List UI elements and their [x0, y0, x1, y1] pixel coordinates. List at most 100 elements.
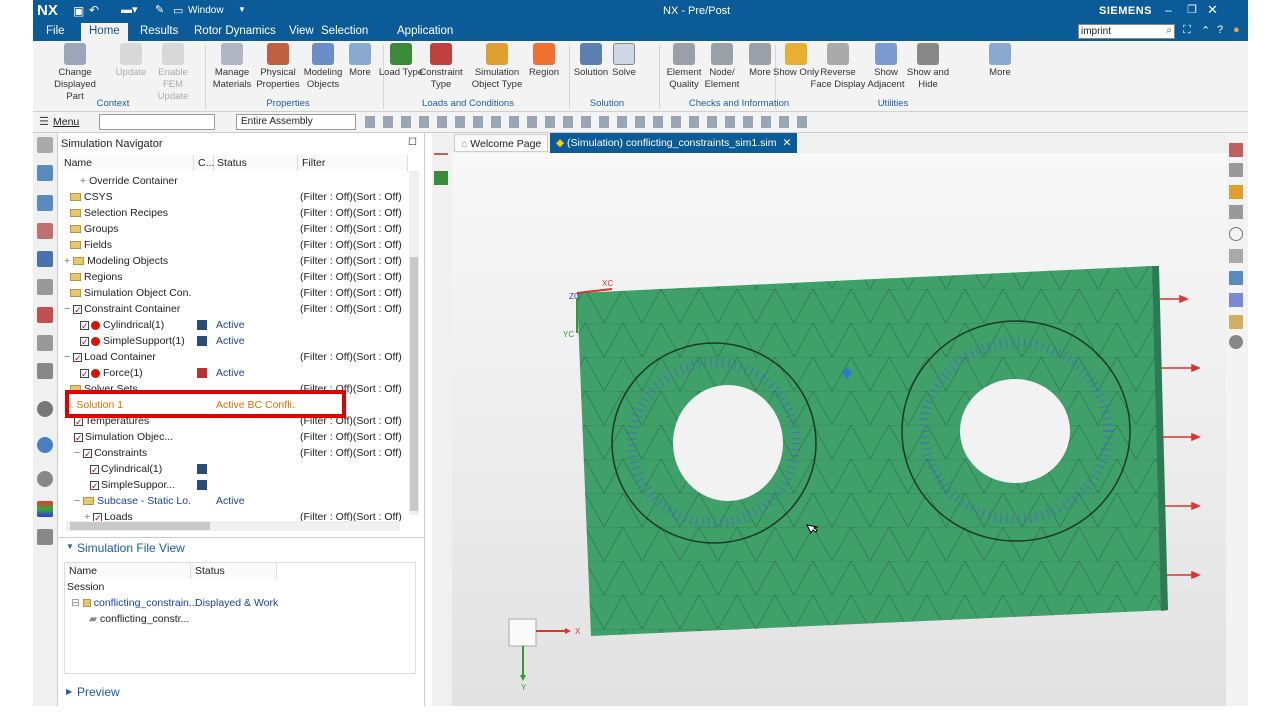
- checkbox[interactable]: [74, 430, 83, 445]
- collapse-ribbon-icon[interactable]: ⌃: [1201, 24, 1210, 37]
- query-icon[interactable]: [1229, 227, 1243, 241]
- tree-row[interactable]: Force(1) Active: [58, 365, 408, 381]
- part-navigator-icon[interactable]: [37, 195, 53, 211]
- clock-icon[interactable]: [37, 471, 53, 487]
- save-icon[interactable]: ▣: [73, 4, 84, 18]
- checkbox[interactable]: [83, 446, 93, 461]
- user-icon[interactable]: ●: [1233, 24, 1240, 36]
- mesh-icon[interactable]: [1229, 163, 1243, 177]
- reuse-library-icon[interactable]: [37, 279, 53, 295]
- simulation-navigator-icon[interactable]: [37, 165, 53, 181]
- grid-icon[interactable]: [1229, 205, 1243, 219]
- change-displayed-part-button[interactable]: Change Displayed Part: [52, 43, 98, 103]
- roles-icon[interactable]: [37, 529, 53, 545]
- window-menu[interactable]: Window: [188, 5, 224, 16]
- hd3d-icon[interactable]: [37, 307, 53, 323]
- tree-row[interactable]: CSYS (Filter : Off)(Sort : Off): [58, 189, 408, 205]
- constraint-icon[interactable]: [1229, 143, 1243, 157]
- utilities-more-button[interactable]: More: [978, 43, 1022, 79]
- navigator-horizontal-scrollbar[interactable]: [66, 521, 400, 531]
- tab-file[interactable]: File: [46, 25, 65, 37]
- checkbox[interactable]: [80, 334, 89, 349]
- window-dropdown-icon[interactable]: ▼: [238, 5, 246, 14]
- show-adjacent-button[interactable]: Show Adjacent: [863, 43, 909, 91]
- minimize-icon[interactable]: –: [1165, 3, 1172, 17]
- help-icon[interactable]: ?: [1217, 24, 1223, 36]
- checkbox[interactable]: [90, 478, 99, 493]
- switch-window-icon[interactable]: ▬▾: [121, 3, 138, 16]
- tree-row[interactable]: Cylindrical(1) Active: [58, 317, 408, 333]
- palette-icon[interactable]: [37, 501, 53, 517]
- settings-icon[interactable]: [37, 137, 53, 153]
- column-header-status[interactable]: Status: [214, 155, 298, 171]
- tree-row[interactable]: SimpleSuppor...: [58, 477, 408, 493]
- graphics-viewport[interactable]: XC ZC YC X Y: [452, 153, 1226, 706]
- checkbox[interactable]: [90, 462, 99, 477]
- expand-icon[interactable]: ▶: [66, 687, 72, 696]
- menu-button[interactable]: Menu: [53, 116, 79, 128]
- tree-row[interactable]: Simulation Objec... (Filter : Off)(Sort :…: [58, 429, 408, 445]
- fem-model-graphic[interactable]: XC ZC YC X Y: [452, 153, 1226, 706]
- constraint-navigator-icon[interactable]: [37, 223, 53, 239]
- maximize-icon[interactable]: ☐: [408, 137, 417, 148]
- checkbox[interactable]: [80, 366, 89, 381]
- tree-row[interactable]: − Constraints (Filter : Off)(Sort : Off): [58, 445, 408, 461]
- tab-rotor-dynamics[interactable]: Rotor Dynamics: [194, 25, 276, 37]
- file-col-name[interactable]: Name: [65, 563, 191, 579]
- column-header-check[interactable]: C...: [194, 155, 214, 171]
- measure-icon[interactable]: [1229, 249, 1243, 263]
- physical-properties-button[interactable]: Physical Properties: [255, 43, 301, 91]
- file-row[interactable]: Session: [67, 579, 417, 595]
- simulation-object-icon[interactable]: [1229, 185, 1243, 199]
- edit-icon[interactable]: ✎: [155, 3, 164, 16]
- navigator-vertical-scrollbar[interactable]: [409, 171, 419, 515]
- tree-row[interactable]: − Load Container (Filter : Off)(Sort : Of…: [58, 349, 408, 365]
- tab-simulation-file[interactable]: ◆ (Simulation) conflicting_constraints_s…: [550, 133, 798, 153]
- tree-row[interactable]: Groups (Filter : Off)(Sort : Off): [58, 221, 408, 237]
- settings-gear-icon[interactable]: [1229, 335, 1243, 349]
- checkbox[interactable]: [73, 350, 83, 365]
- tree-row[interactable]: Cylindrical(1): [58, 461, 408, 477]
- collapse-icon[interactable]: ▼: [66, 542, 74, 551]
- constraint-type-button[interactable]: Constraint Type: [418, 43, 464, 91]
- column-header-name[interactable]: Name: [58, 155, 194, 171]
- tree-row[interactable]: Regions (Filter : Off)(Sort : Off): [58, 269, 408, 285]
- file-row[interactable]: ⊟ conflicting_constrain... Displayed & Wo…: [69, 595, 419, 611]
- solve-button[interactable]: Solve: [601, 43, 647, 79]
- region-button[interactable]: Region: [521, 43, 567, 79]
- tab-selection[interactable]: Selection: [321, 25, 368, 37]
- graph-icon[interactable]: [1229, 293, 1243, 307]
- close-icon[interactable]: ✕: [1207, 2, 1218, 18]
- tree-row[interactable]: − Constraint Container (Filter : Off)(Sor…: [58, 301, 408, 317]
- tab-results[interactable]: Results: [140, 25, 178, 37]
- type-filter-select[interactable]: [99, 114, 215, 130]
- tree-row[interactable]: + Modeling Objects (Filter : Off)(Sort : …: [58, 253, 408, 269]
- scope-select[interactable]: Entire Assembly: [236, 114, 356, 130]
- checkbox[interactable]: [80, 318, 89, 333]
- show-and-hide-button[interactable]: Show and Hide: [905, 43, 951, 91]
- undo-icon[interactable]: ↶: [89, 3, 99, 17]
- column-header-filter[interactable]: Filter: [298, 155, 408, 171]
- view-triad-cube[interactable]: [508, 618, 537, 647]
- fields-icon[interactable]: [1229, 315, 1243, 329]
- reverse-face-display-button[interactable]: Reverse Face Display: [809, 43, 867, 91]
- history-icon[interactable]: [37, 363, 53, 379]
- manage-materials-button[interactable]: Manage Materials: [209, 43, 255, 91]
- file-row[interactable]: ▰ conflicting_constr...: [89, 611, 439, 627]
- web-icon[interactable]: [37, 437, 53, 453]
- enable-fem-update-button[interactable]: Enable FEM Update: [148, 43, 198, 103]
- tree-row[interactable]: + Override Container: [58, 173, 408, 189]
- tab-close-icon[interactable]: ✕: [783, 137, 792, 149]
- preview-panel[interactable]: Preview: [77, 685, 120, 699]
- tab-view[interactable]: View: [289, 25, 314, 37]
- tree-row[interactable]: Selection Recipes (Filter : Off)(Sort : O…: [58, 205, 408, 221]
- tab-welcome-page[interactable]: ⌂ Welcome Page: [454, 134, 549, 152]
- selection-tools-icon-strip[interactable]: [365, 116, 815, 128]
- tree-row[interactable]: − Subcase - Static Lo... Active: [58, 493, 408, 509]
- restore-icon[interactable]: ❐: [1187, 3, 1197, 16]
- command-search-input[interactable]: imprint ⌕: [1078, 24, 1175, 39]
- tab-home[interactable]: Home: [81, 23, 128, 41]
- simulation-object-type-button[interactable]: Simulation Object Type: [466, 43, 528, 91]
- fullscreen-icon[interactable]: ⛶: [1183, 24, 1191, 37]
- properties-more-button[interactable]: More: [340, 43, 380, 79]
